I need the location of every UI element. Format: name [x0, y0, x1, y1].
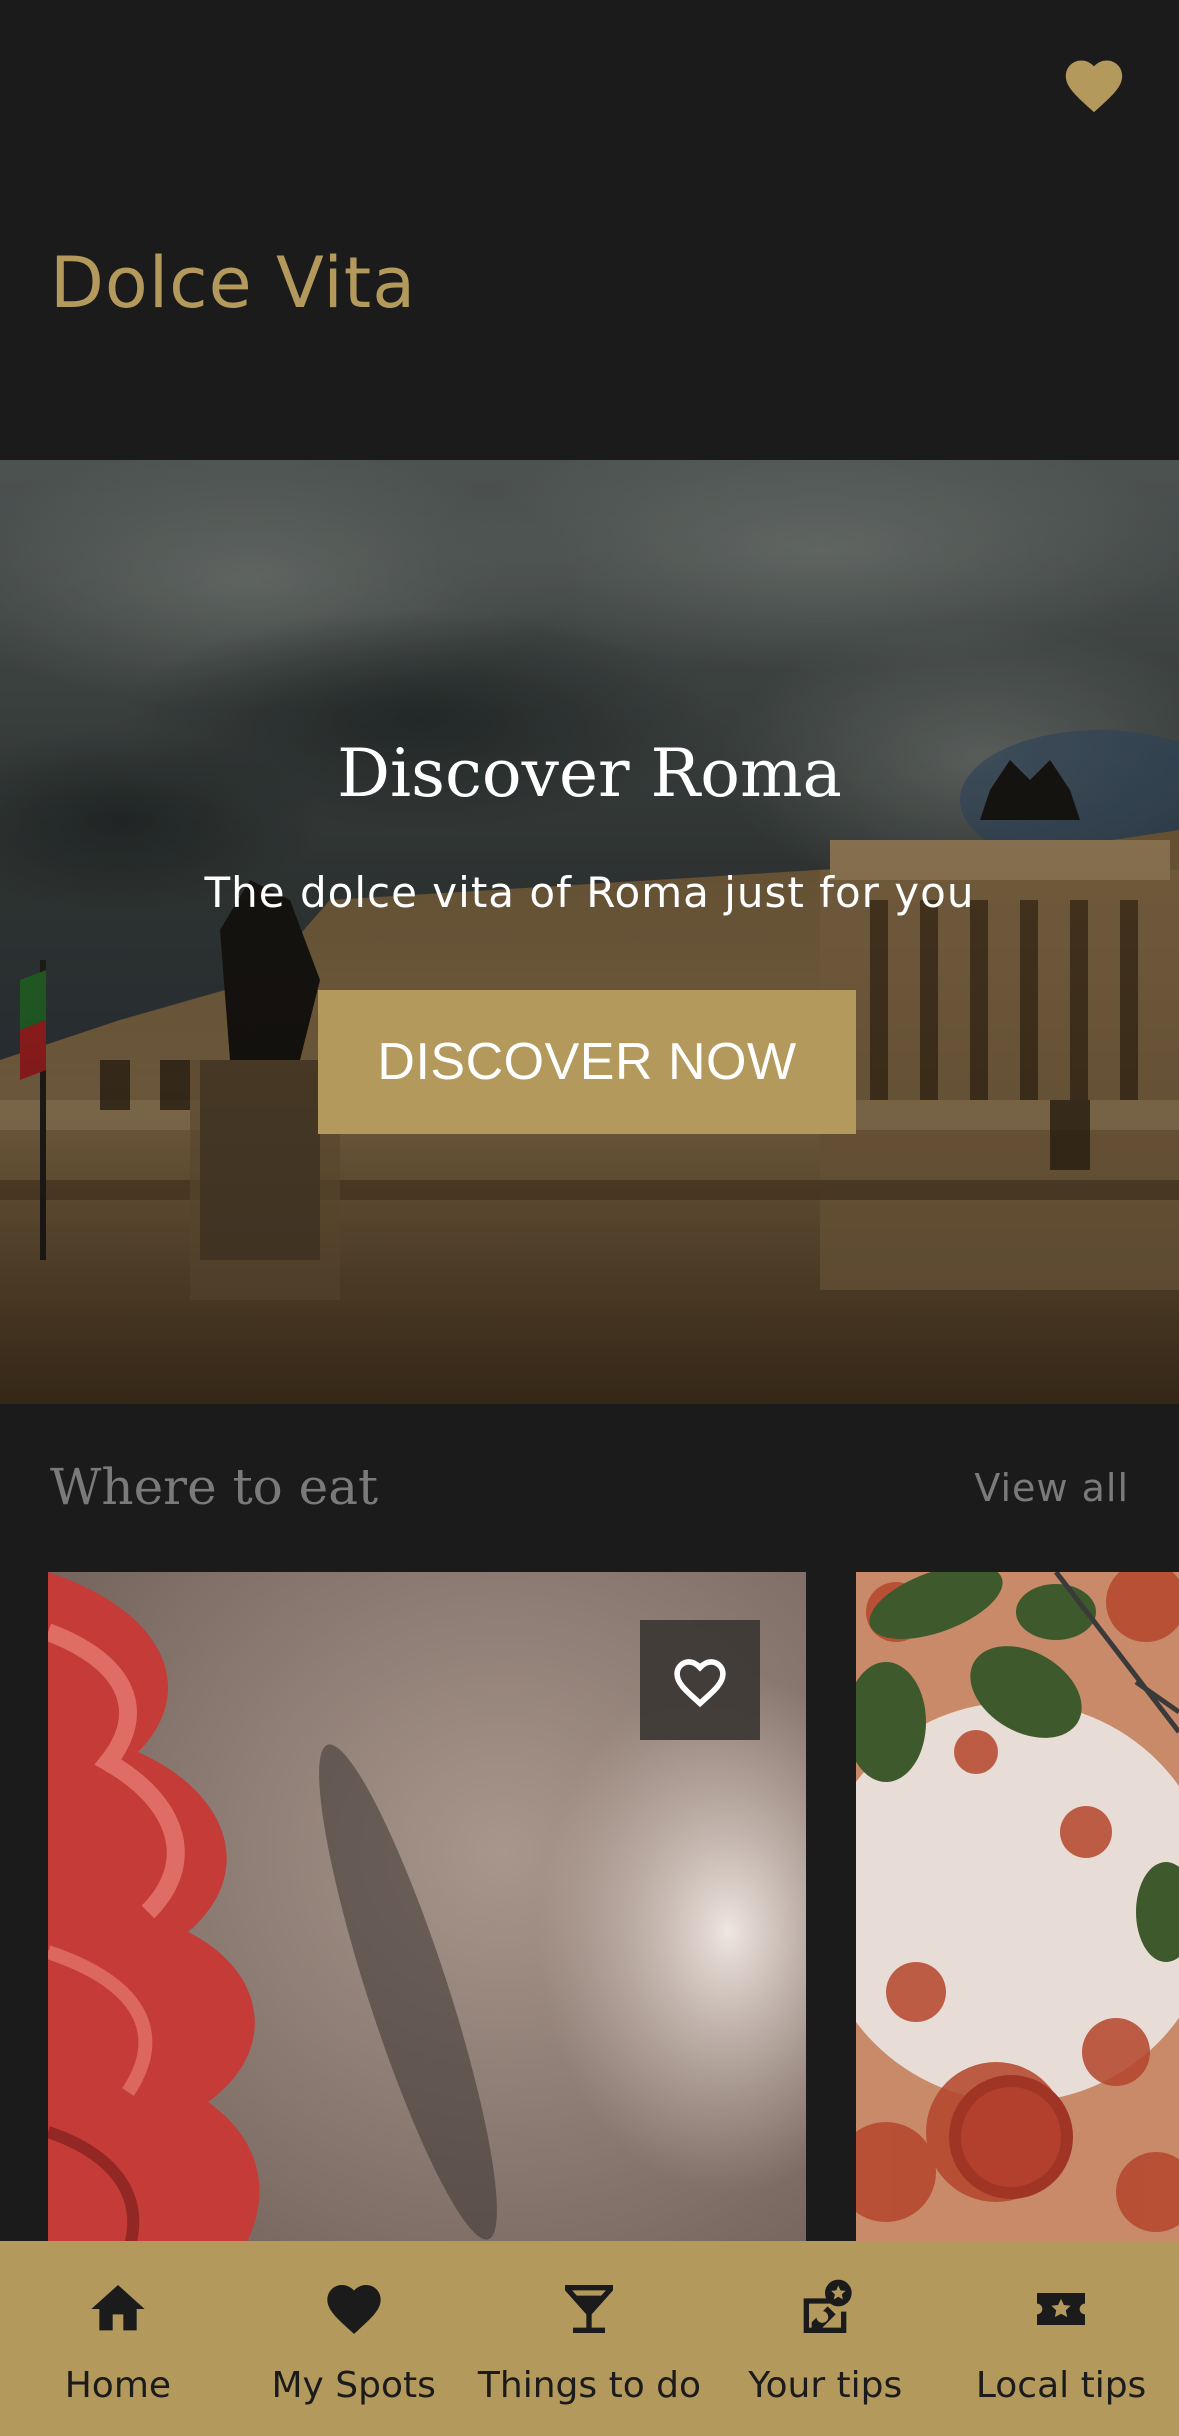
nav-item-home[interactable]: Home	[0, 2241, 236, 2436]
hero-banner: Discover Roma The dolce vita of Roma jus…	[0, 460, 1179, 1404]
app-header: Dolce Vita	[0, 0, 1179, 460]
nav-item-local-tips[interactable]: Local tips	[943, 2241, 1179, 2436]
nav-item-things-to-do[interactable]: Things to do	[472, 2241, 708, 2436]
view-all-link[interactable]: View all	[974, 1466, 1129, 1510]
bottom-navigation: Home My Spots Things to do Your tips Loc…	[0, 2241, 1179, 2436]
star-ticket-icon	[1029, 2277, 1093, 2341]
favorites-heart-icon[interactable]	[1060, 52, 1128, 114]
nav-item-your-tips[interactable]: Your tips	[707, 2241, 943, 2436]
hero-subtitle: The dolce vita of Roma just for you	[204, 868, 975, 917]
heart-outline-icon	[674, 1659, 726, 1708]
discover-now-button[interactable]: DISCOVER NOW	[318, 990, 856, 1134]
tip-edit-icon	[793, 2277, 857, 2341]
app-title: Dolce Vita	[50, 242, 417, 324]
nav-label: Your tips	[748, 2365, 903, 2406]
nav-item-my-spots[interactable]: My Spots	[236, 2241, 472, 2436]
nav-label: Home	[64, 2365, 172, 2406]
restaurant-card[interactable]	[856, 1572, 1179, 2272]
nav-label: Things to do	[477, 2365, 702, 2406]
card-favorite-button[interactable]	[640, 1620, 760, 1740]
cocktail-icon	[557, 2277, 621, 2341]
hero-rome-monument-image	[0, 460, 1179, 1404]
nav-label: My Spots	[271, 2365, 436, 2406]
where-to-eat-title: Where to eat	[50, 1458, 379, 1516]
heart-icon	[322, 2277, 386, 2341]
nav-label: Local tips	[975, 2365, 1147, 2406]
restaurant-card[interactable]	[48, 1572, 806, 2272]
home-icon	[86, 2277, 150, 2341]
pizza-photo	[856, 1572, 1179, 2272]
hero-title: Discover Roma	[337, 735, 842, 812]
